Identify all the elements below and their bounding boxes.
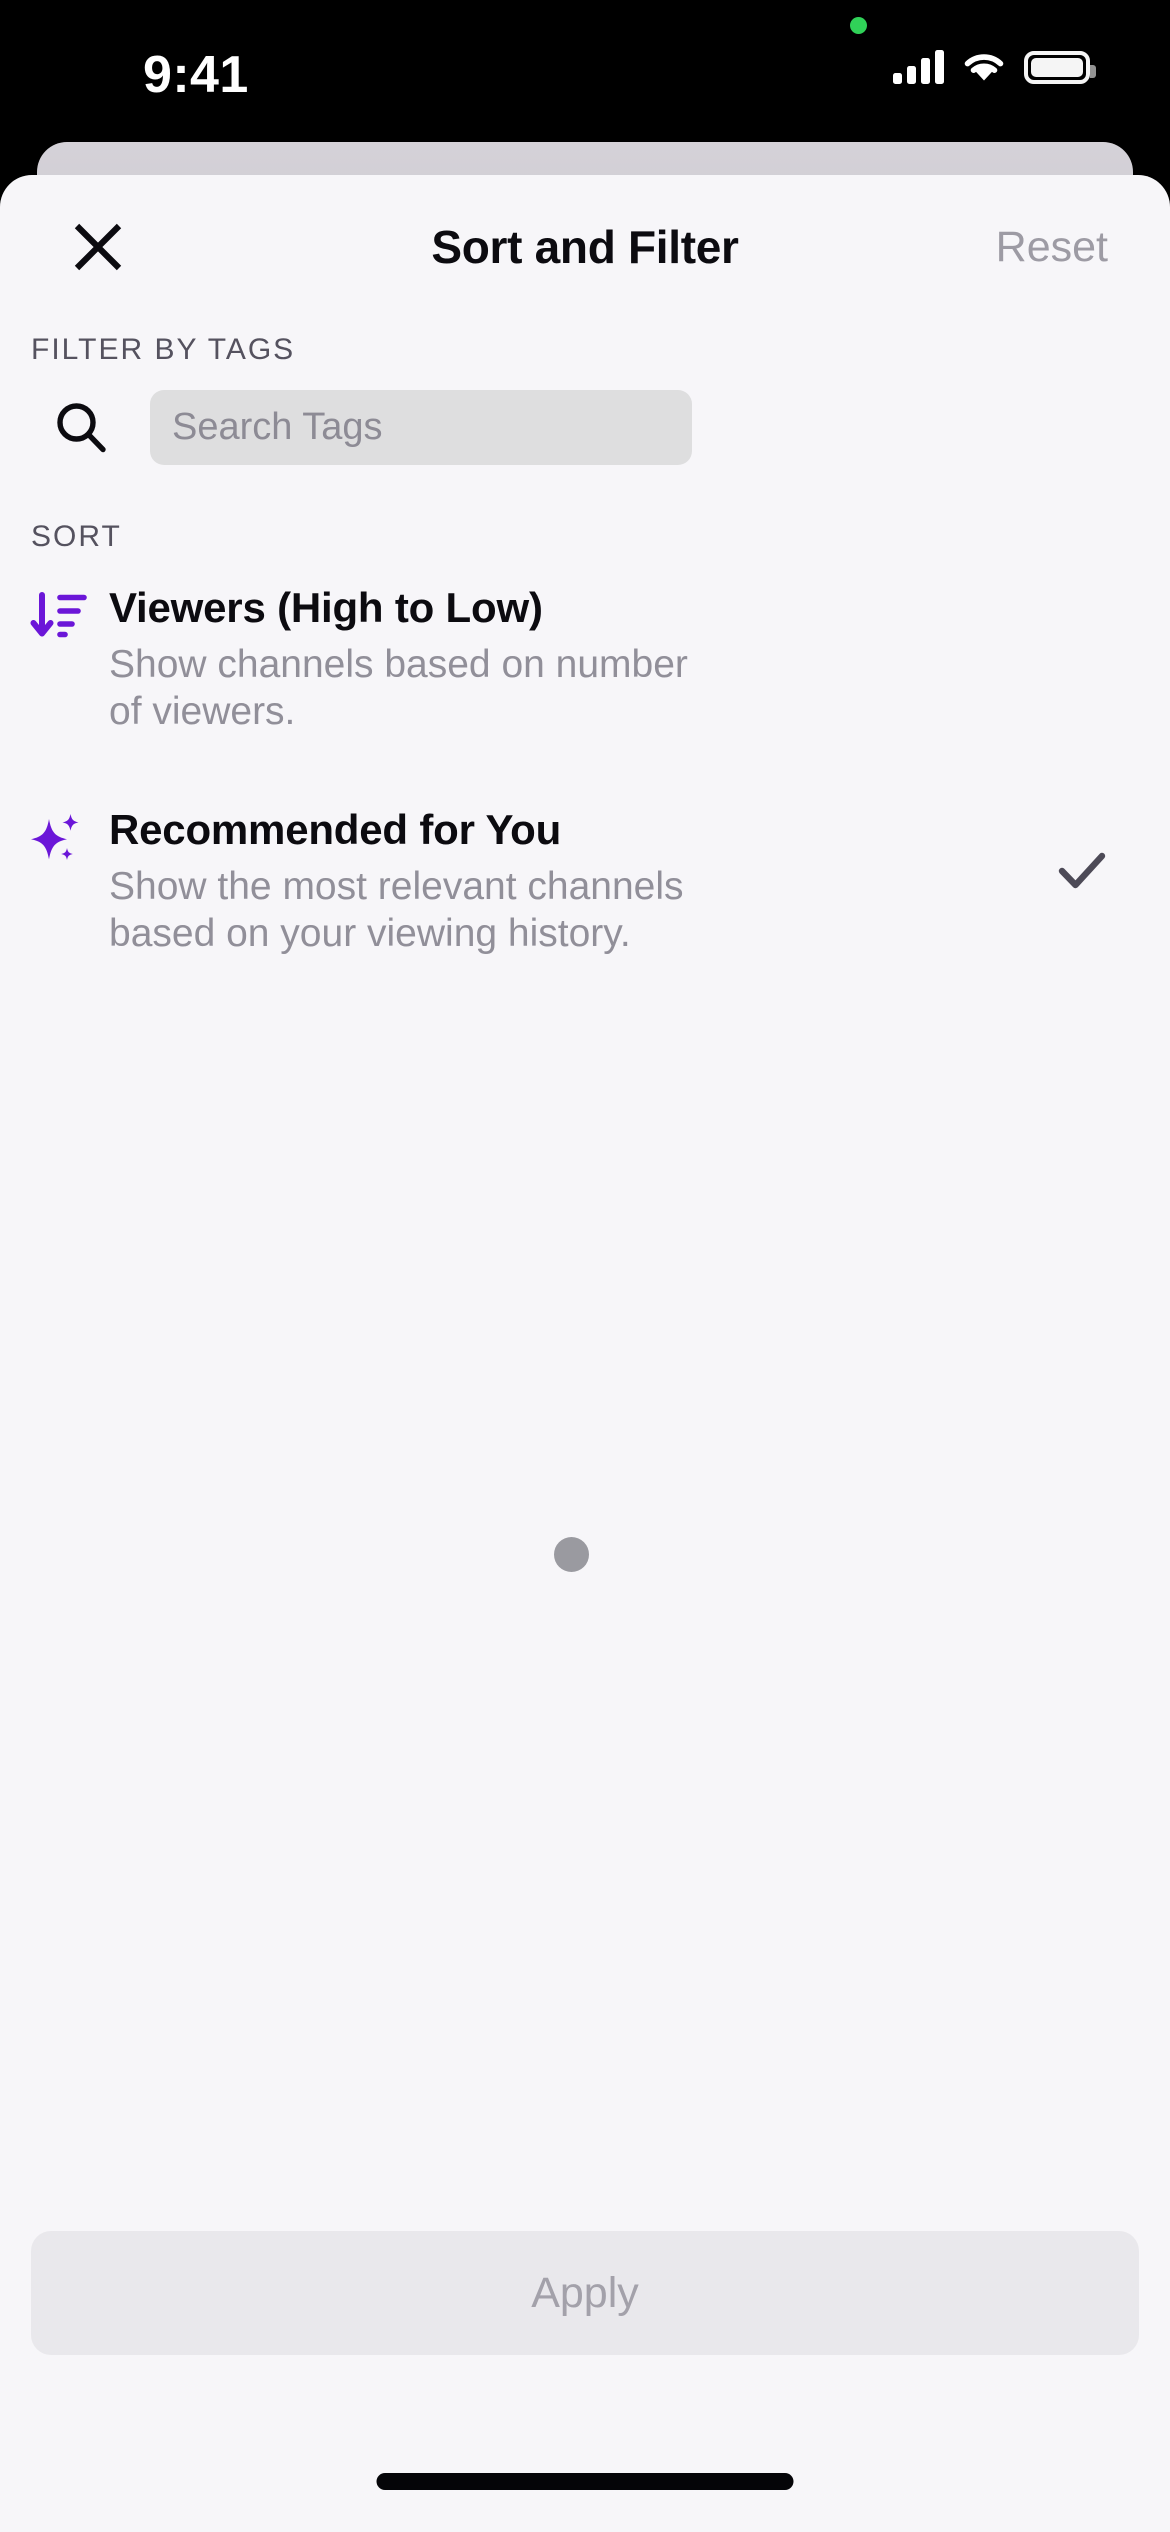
sheet-header: Sort and Filter Reset xyxy=(0,175,1170,285)
sort-option-description: Show the most relevant channels based on… xyxy=(109,864,684,956)
tag-search-row xyxy=(0,390,1170,465)
apply-button[interactable]: Apply xyxy=(31,2231,1139,2355)
checkmark-icon xyxy=(1056,844,1108,896)
search-icon[interactable] xyxy=(53,400,109,456)
sort-options-list: Viewers (High to Low) Show channels base… xyxy=(0,570,1170,968)
sort-option-title: Recommended for You xyxy=(109,805,562,853)
sparkles-icon xyxy=(29,810,89,870)
sort-option-recommended-for-you[interactable]: Recommended for You Show the most releva… xyxy=(0,792,1170,968)
status-bar-icons xyxy=(893,50,1096,84)
wifi-icon xyxy=(962,50,1006,84)
sort-option-title: Viewers (High to Low) xyxy=(109,584,543,631)
cellular-signal-icon xyxy=(893,50,944,84)
sort-option-description: Show channels based on number of viewers… xyxy=(109,642,688,734)
page-title: Sort and Filter xyxy=(431,221,739,273)
sort-option-texts: Viewers (High to Low) Show channels base… xyxy=(109,584,729,736)
home-indicator xyxy=(376,2473,794,2490)
reset-button[interactable]: Reset xyxy=(996,223,1108,272)
sort-option-viewers-high-to-low[interactable]: Viewers (High to Low) Show channels base… xyxy=(0,570,1170,746)
phone-screen: 9:41 Sort and Filter Reset FILTER BY TAG… xyxy=(0,0,1170,2532)
filter-by-tags-label: FILTER BY TAGS xyxy=(31,333,296,366)
search-input[interactable] xyxy=(150,390,692,465)
sort-label: SORT xyxy=(31,520,122,553)
status-bar: 9:41 xyxy=(0,0,1170,155)
status-bar-time: 9:41 xyxy=(143,46,249,104)
green-recording-dot-icon xyxy=(850,17,867,34)
battery-icon xyxy=(1024,51,1096,84)
search-field-wrapper[interactable] xyxy=(150,390,692,465)
loading-dot xyxy=(554,1537,589,1572)
sort-and-filter-sheet: Sort and Filter Reset FILTER BY TAGS SOR… xyxy=(0,175,1170,2532)
sort-option-texts: Recommended for You Show the most releva… xyxy=(109,806,729,958)
sort-descending-icon xyxy=(29,588,89,648)
